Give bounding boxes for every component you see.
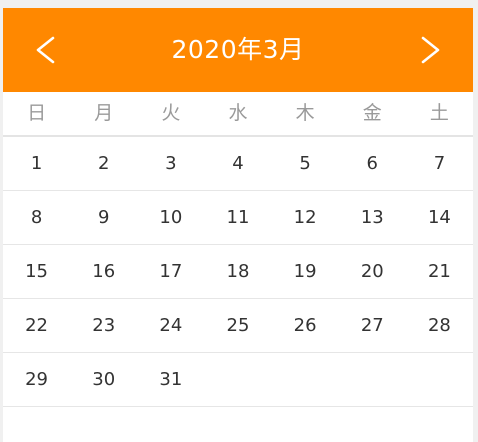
day-cell bbox=[272, 353, 339, 406]
day-cell bbox=[406, 407, 473, 442]
weekday-sat: 土 bbox=[429, 102, 449, 124]
day-cell[interactable]: 8 bbox=[3, 191, 70, 244]
day-cell[interactable]: 4 bbox=[204, 137, 271, 190]
day-cell[interactable]: 14 bbox=[406, 191, 473, 244]
chevron-left-icon bbox=[36, 36, 55, 64]
day-cell[interactable]: 17 bbox=[137, 245, 204, 298]
day-cell[interactable]: 22 bbox=[3, 299, 70, 352]
day-cell bbox=[204, 353, 271, 406]
weekday-sun: 日 bbox=[27, 102, 47, 124]
week-row bbox=[3, 407, 473, 442]
day-cell[interactable]: 9 bbox=[70, 191, 137, 244]
week-row: 8 9 10 11 12 13 14 bbox=[3, 191, 473, 245]
day-cell[interactable]: 30 bbox=[70, 353, 137, 406]
day-cell bbox=[339, 407, 406, 442]
day-cell bbox=[137, 407, 204, 442]
weekday-thu: 木 bbox=[295, 102, 315, 124]
weekday-tue: 火 bbox=[161, 102, 181, 124]
day-cell[interactable]: 5 bbox=[272, 137, 339, 190]
day-cell[interactable]: 3 bbox=[137, 137, 204, 190]
day-cell[interactable]: 25 bbox=[204, 299, 271, 352]
day-cell[interactable]: 12 bbox=[272, 191, 339, 244]
week-row: 22 23 24 25 26 27 28 bbox=[3, 299, 473, 353]
weekday-mon: 月 bbox=[94, 102, 114, 124]
day-cell[interactable]: 13 bbox=[339, 191, 406, 244]
day-cell[interactable]: 21 bbox=[406, 245, 473, 298]
day-cell[interactable]: 19 bbox=[272, 245, 339, 298]
day-cell[interactable]: 1 bbox=[3, 137, 70, 190]
calendar-header: 2020年3月 bbox=[3, 8, 473, 92]
day-cell[interactable]: 28 bbox=[406, 299, 473, 352]
next-month-button[interactable] bbox=[389, 8, 473, 92]
week-row: 1 2 3 4 5 6 7 bbox=[3, 137, 473, 191]
month-title: 2020年3月 bbox=[171, 35, 305, 64]
day-cell[interactable]: 7 bbox=[406, 137, 473, 190]
day-cell[interactable]: 10 bbox=[137, 191, 204, 244]
day-cell[interactable]: 6 bbox=[339, 137, 406, 190]
week-row: 29 30 31 bbox=[3, 353, 473, 407]
day-cell[interactable]: 16 bbox=[70, 245, 137, 298]
day-cell[interactable]: 2 bbox=[70, 137, 137, 190]
week-row: 15 16 17 18 19 20 21 bbox=[3, 245, 473, 299]
day-cell[interactable]: 15 bbox=[3, 245, 70, 298]
day-cell[interactable]: 27 bbox=[339, 299, 406, 352]
day-cell[interactable]: 24 bbox=[137, 299, 204, 352]
day-cell bbox=[272, 407, 339, 442]
day-cell bbox=[339, 353, 406, 406]
day-cell[interactable]: 31 bbox=[137, 353, 204, 406]
chevron-right-icon bbox=[421, 36, 440, 64]
day-cell bbox=[70, 407, 137, 442]
day-cell[interactable]: 29 bbox=[3, 353, 70, 406]
weekday-wed: 水 bbox=[228, 102, 248, 124]
day-cell bbox=[406, 353, 473, 406]
day-cell bbox=[3, 407, 70, 442]
day-grid: 1 2 3 4 5 6 7 8 9 10 11 12 13 14 15 16 1… bbox=[3, 137, 473, 442]
day-cell bbox=[204, 407, 271, 442]
day-cell[interactable]: 20 bbox=[339, 245, 406, 298]
weekday-header-row: 日 月 火 水 木 金 土 bbox=[3, 92, 473, 137]
prev-month-button[interactable] bbox=[3, 8, 87, 92]
day-cell[interactable]: 18 bbox=[204, 245, 271, 298]
day-cell[interactable]: 11 bbox=[204, 191, 271, 244]
calendar-widget: 2020年3月 日 月 火 水 木 金 土 1 2 3 4 5 6 7 8 9 … bbox=[3, 8, 473, 442]
weekday-fri: 金 bbox=[362, 102, 382, 124]
day-cell[interactable]: 23 bbox=[70, 299, 137, 352]
day-cell[interactable]: 26 bbox=[272, 299, 339, 352]
